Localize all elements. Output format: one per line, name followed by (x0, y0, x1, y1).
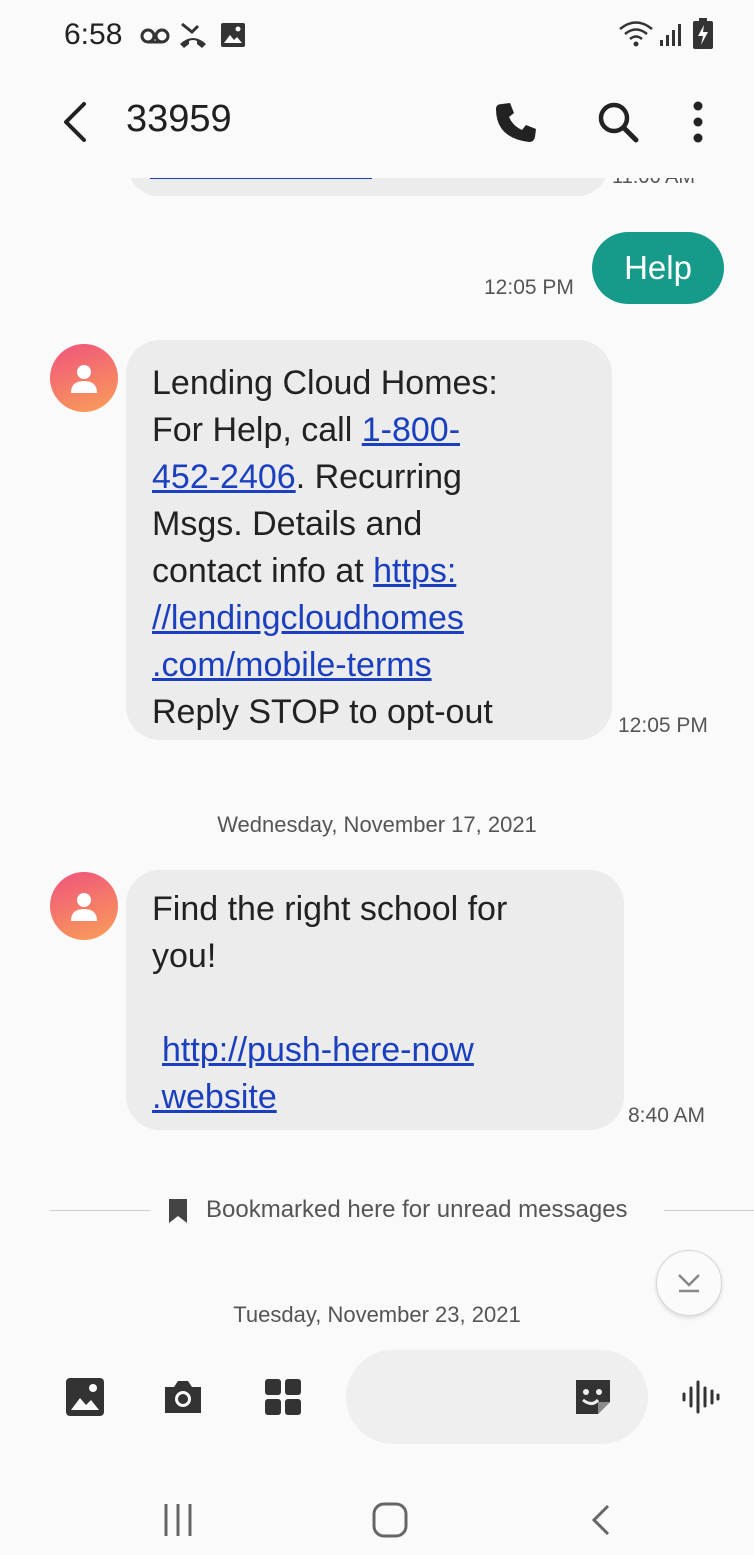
signal-icon (660, 24, 681, 46)
divider (50, 1210, 150, 1211)
chevron-down-icon (678, 1274, 700, 1293)
date-separator: Tuesday, November 23, 2021 (233, 1302, 521, 1327)
more-vertical-icon[interactable] (680, 96, 716, 148)
url-link[interactable]: //lendingcloudhomes (152, 599, 464, 637)
message-line: Reply STOP to opt-out (152, 693, 493, 731)
wifi-icon (619, 21, 653, 47)
contact-avatar[interactable] (50, 872, 118, 940)
gallery-icon (66, 1378, 104, 1416)
message-line: For Help, call 1-800- (152, 407, 612, 454)
camera-icon (165, 1381, 201, 1413)
bookmark-icon (169, 1199, 187, 1223)
search-icon[interactable] (594, 98, 642, 146)
message-line: you! (152, 937, 217, 975)
message-line: 452-2406. Recurring (152, 454, 612, 501)
bookmark-label: Bookmarked here for unread messages (206, 1196, 628, 1223)
message-line: .website (152, 1074, 624, 1121)
divider (664, 1210, 754, 1211)
url-link[interactable]: http://push-here-now (162, 1031, 474, 1069)
camera-button[interactable] (160, 1374, 206, 1420)
received-message-bubble[interactable]: Lending Cloud Homes: For Help, call 1-80… (126, 340, 612, 740)
sticker-button[interactable] (570, 1374, 616, 1420)
apps-grid-icon (265, 1379, 301, 1415)
voice-icon (682, 1380, 720, 1414)
contact-avatar[interactable] (50, 344, 118, 412)
phone-link[interactable]: 1-800- (362, 411, 460, 449)
message-text: For Help, call (152, 411, 362, 449)
conversation-title: 33959 (126, 98, 232, 140)
battery-charging-icon (693, 18, 713, 49)
system-back-icon (591, 1504, 610, 1536)
status-time: 6:58 (64, 18, 123, 51)
person-icon (71, 893, 97, 921)
image-icon (221, 23, 245, 47)
received-message-time: 12:05 PM (618, 714, 708, 737)
url-link[interactable]: .website (152, 1078, 277, 1116)
phone-icon[interactable] (492, 98, 540, 146)
received-message-bubble[interactable]: Find the right school for you! http://pu… (126, 870, 624, 1130)
date-separator: Wednesday, November 17, 2021 (217, 812, 537, 837)
gallery-button[interactable] (62, 1374, 108, 1420)
message-line: contact info at https: (152, 548, 612, 595)
missed-call-icon (180, 22, 206, 48)
message-line: Find the right school for (152, 890, 508, 928)
sent-message-text: Help (624, 249, 692, 286)
person-icon (71, 365, 97, 393)
url-link[interactable]: .com/mobile-terms (152, 646, 432, 684)
sticker-icon (576, 1380, 610, 1414)
voicemail-icon (140, 28, 170, 44)
recent-apps-button[interactable] (148, 1490, 208, 1550)
system-back-button[interactable] (572, 1490, 632, 1550)
message-line: Msgs. Details and (152, 505, 423, 543)
message-line: Lending Cloud Homes: (152, 364, 498, 402)
message-text: contact info at (152, 552, 374, 590)
sent-message-bubble[interactable]: Help (592, 232, 724, 304)
message-line: //lendingcloudhomes (152, 595, 612, 642)
phone-link[interactable]: 452-2406 (152, 458, 296, 496)
message-text: . Recurring (295, 458, 462, 496)
recent-apps-icon (164, 1504, 192, 1536)
received-message-time: 8:40 AM (628, 1104, 706, 1127)
home-button[interactable] (360, 1490, 420, 1550)
home-icon (372, 1502, 408, 1538)
apps-button[interactable] (260, 1374, 306, 1420)
message-line: .com/mobile-terms (152, 642, 612, 689)
sent-message-time: 12:05 PM (484, 276, 574, 299)
url-link[interactable]: https: (373, 552, 456, 590)
message-line: http://push-here-now (152, 1027, 624, 1074)
voice-button[interactable] (678, 1374, 724, 1420)
back-arrow-icon[interactable] (52, 96, 100, 148)
